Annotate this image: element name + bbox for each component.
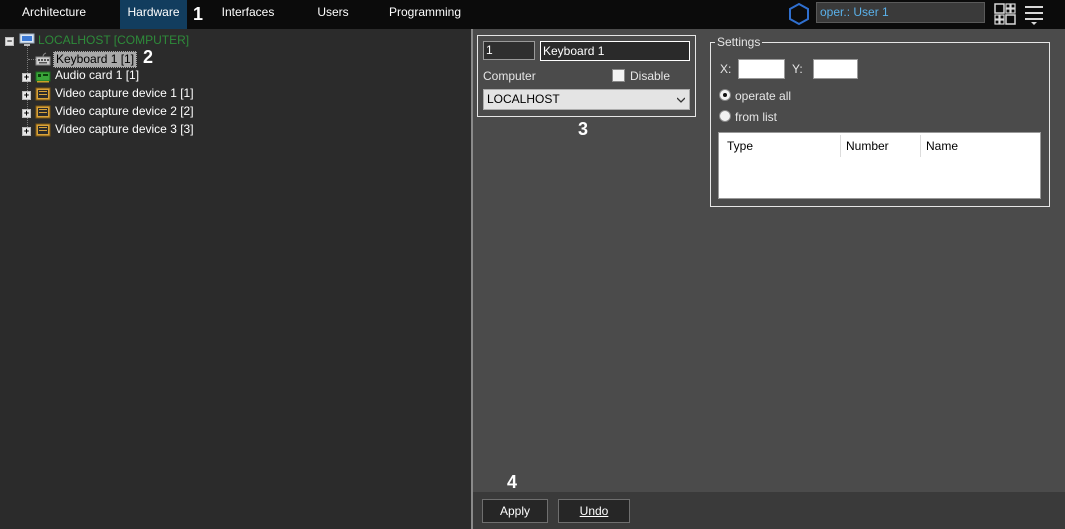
computer-icon xyxy=(19,33,35,46)
audio-card-icon xyxy=(35,71,51,83)
x-coordinate-field[interactable] xyxy=(738,59,785,79)
operate-all-radio[interactable] xyxy=(719,89,731,101)
chevron-down-icon xyxy=(677,97,685,103)
computer-select-value: LOCALHOST xyxy=(487,92,560,106)
video-capture-icon xyxy=(35,105,51,119)
video-capture-icon xyxy=(35,123,51,137)
annotation-marker-1: 1 xyxy=(193,4,204,24)
apply-button[interactable]: Apply xyxy=(482,499,548,523)
expand-video-capture-1[interactable]: + xyxy=(22,91,31,100)
expand-video-capture-3[interactable]: + xyxy=(22,127,31,136)
expand-audio-card[interactable]: + xyxy=(22,73,31,82)
x-label: X: xyxy=(720,62,732,76)
top-navigation-bar: Architecture Hardware Interfaces Users P… xyxy=(0,0,1065,29)
current-user-field[interactable]: oper.: User 1 xyxy=(816,2,985,23)
tree-item-video-capture-2[interactable]: Video capture device 2 [2] xyxy=(55,104,194,118)
tab-architecture[interactable]: Architecture xyxy=(0,0,108,29)
keyboard-icon xyxy=(35,52,51,66)
menu-icon[interactable] xyxy=(1024,4,1046,26)
operators-list-table[interactable]: Type Number Name xyxy=(718,132,1041,199)
tab-programming[interactable]: Programming xyxy=(386,0,464,29)
tab-hardware[interactable]: Hardware xyxy=(120,0,187,29)
from-list-label: from list xyxy=(735,110,777,124)
tree-root-computer[interactable]: LOCALHOST [COMPUTER] xyxy=(38,33,189,47)
column-header-type[interactable]: Type xyxy=(719,133,840,159)
tab-users[interactable]: Users xyxy=(308,0,358,29)
expand-video-capture-2[interactable]: + xyxy=(22,109,31,118)
operate-all-label: operate all xyxy=(735,89,792,103)
column-header-name[interactable]: Name xyxy=(918,133,1038,159)
hexagon-icon[interactable] xyxy=(787,2,811,26)
column-header-number[interactable]: Number xyxy=(838,133,918,159)
y-label: Y: xyxy=(792,62,803,76)
collapse-root-expander[interactable]: − xyxy=(5,37,14,46)
layout-grid-icon[interactable] xyxy=(994,3,1016,25)
tree-item-video-capture-3[interactable]: Video capture device 3 [3] xyxy=(55,122,194,136)
settings-legend: Settings xyxy=(715,35,763,49)
device-number-field[interactable]: 1 xyxy=(483,41,535,60)
tree-item-audio-card[interactable]: Audio card 1 [1] xyxy=(55,68,139,82)
video-capture-icon xyxy=(35,87,51,101)
from-list-radio[interactable] xyxy=(719,110,731,122)
device-name-field[interactable]: Keyboard 1 xyxy=(540,41,690,61)
tree-item-video-capture-1[interactable]: Video capture device 1 [1] xyxy=(55,86,194,100)
y-coordinate-field[interactable] xyxy=(813,59,858,79)
computer-select[interactable]: LOCALHOST xyxy=(483,89,690,110)
app-window: Architecture Hardware Interfaces Users P… xyxy=(0,0,1065,529)
disable-checkbox[interactable] xyxy=(612,69,625,82)
tree-item-keyboard[interactable]: Keyboard 1 [1] xyxy=(53,51,138,68)
annotation-marker-3: 3 xyxy=(578,119,589,139)
undo-button[interactable]: Undo xyxy=(558,499,630,523)
disable-label: Disable xyxy=(630,69,671,83)
tab-interfaces[interactable]: Interfaces xyxy=(215,0,281,29)
annotation-marker-2: 2 xyxy=(143,47,154,67)
computer-label: Computer xyxy=(483,69,536,83)
annotation-marker-4: 4 xyxy=(507,472,518,492)
